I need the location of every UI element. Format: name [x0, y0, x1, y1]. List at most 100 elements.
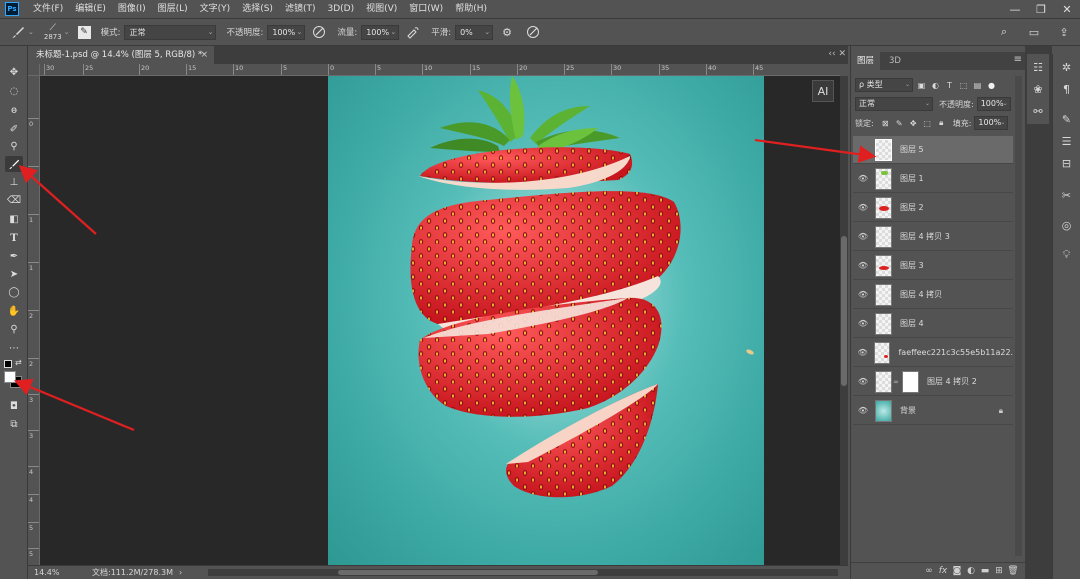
panel-menu-icon[interactable]: ≡: [1014, 54, 1022, 65]
eye-icon[interactable]: 👁︎: [853, 174, 873, 183]
add-mask-icon[interactable]: ◙: [950, 566, 964, 576]
link-layers-icon[interactable]: ∞: [922, 566, 936, 576]
eye-icon[interactable]: 👁︎: [853, 377, 873, 386]
pressure-opacity-icon[interactable]: [311, 24, 327, 40]
new-group-icon[interactable]: ▬: [978, 566, 992, 576]
canvas-workspace[interactable]: AI: [40, 76, 840, 565]
layer-row[interactable]: 👁︎ 图层 4 拷贝 3: [853, 223, 1013, 251]
brush-tool-icon[interactable]: [5, 156, 23, 172]
brushes-icon[interactable]: ✲: [1053, 58, 1080, 76]
gear-icon[interactable]: ⚙: [499, 24, 515, 40]
ruler-origin[interactable]: [28, 64, 40, 76]
vertical-scrollbar[interactable]: [840, 76, 848, 565]
layer-row[interactable]: 👁︎ 图层 3: [853, 252, 1013, 280]
delete-layer-icon[interactable]: 🗑︎: [1006, 566, 1020, 576]
properties-icon[interactable]: ☷: [1027, 58, 1049, 76]
brush-settings-icon[interactable]: ✎: [1053, 110, 1080, 128]
restore-button[interactable]: ❐: [1028, 0, 1054, 19]
menu-filter[interactable]: 滤镜(T): [279, 0, 322, 19]
hand-tool-icon[interactable]: ✋: [5, 303, 23, 319]
paths-icon[interactable]: ⚯: [1027, 102, 1049, 120]
mode-select[interactable]: 正常 ⌄: [124, 24, 217, 40]
tab-3d[interactable]: 3D: [883, 52, 907, 70]
menu-edit[interactable]: 编辑(E): [69, 0, 112, 19]
marquee-tool-icon[interactable]: ◌: [5, 83, 23, 99]
foreground-color-swatch[interactable]: [4, 371, 16, 383]
menu-image[interactable]: 图像(I): [112, 0, 152, 19]
eraser-tool-icon[interactable]: ⌫: [5, 192, 23, 208]
type-tool-icon[interactable]: T: [5, 230, 23, 246]
layer-row[interactable]: 👁︎ 图层 1: [853, 165, 1013, 193]
airbrush-icon[interactable]: [405, 24, 421, 40]
eye-icon[interactable]: 👁︎: [853, 319, 873, 328]
menu-view[interactable]: 视图(V): [360, 0, 403, 19]
lock-transparent-icon[interactable]: ⊠: [880, 118, 891, 129]
filter-type-icon[interactable]: T: [944, 80, 955, 91]
close-tab-icon[interactable]: ×: [200, 46, 208, 64]
more-tools-icon[interactable]: ⋯: [5, 340, 23, 356]
document-canvas[interactable]: [328, 76, 764, 565]
quick-selection-tool-icon[interactable]: ✐: [5, 121, 23, 137]
eye-icon[interactable]: 👁︎: [853, 261, 873, 270]
eye-icon[interactable]: 👁︎: [853, 406, 873, 415]
layer-style-icon[interactable]: fx: [936, 566, 950, 576]
menu-3d[interactable]: 3D(D): [321, 0, 360, 19]
pen-tool-icon[interactable]: ✒: [5, 248, 23, 264]
filter-smart-object-icon[interactable]: ▤: [972, 80, 983, 91]
eye-icon[interactable]: 👁︎: [853, 290, 873, 299]
lock-artboard-icon[interactable]: ⬚: [922, 118, 933, 129]
opacity-input[interactable]: 100% ⌄: [267, 24, 306, 40]
eye-icon[interactable]: 👁︎: [853, 348, 872, 357]
flow-input[interactable]: 100% ⌄: [361, 24, 400, 40]
channels-icon[interactable]: ⊟: [1053, 154, 1080, 172]
close-window-button[interactable]: ✕: [1054, 0, 1080, 19]
zoom-tool-icon[interactable]: ⚲: [5, 321, 23, 337]
sliders-icon[interactable]: ☰: [1053, 132, 1080, 150]
horizontal-scroll-thumb[interactable]: [338, 570, 598, 575]
libraries-icon[interactable]: ◎: [1053, 216, 1080, 234]
tools-options-icon[interactable]: ✂: [1053, 186, 1080, 204]
lock-position-icon[interactable]: ✥: [908, 118, 919, 129]
share-icon[interactable]: ⇪: [1056, 24, 1072, 40]
lock-image-icon[interactable]: ✎: [894, 118, 905, 129]
brush-size-picker[interactable]: ⟋ 2873: [44, 23, 62, 41]
adjustments-icon[interactable]: ❀: [1027, 80, 1049, 98]
smoothing-input[interactable]: 0% ⌄: [455, 24, 494, 40]
screen-mode-icon[interactable]: ⧉: [5, 416, 23, 432]
eye-icon[interactable]: 👁︎: [853, 203, 873, 212]
layer-row[interactable]: 👁︎ 图层 4 拷贝: [853, 281, 1013, 309]
pressure-size-icon[interactable]: [525, 24, 541, 40]
adjustment-layer-icon[interactable]: ◐: [964, 566, 978, 576]
ellipse-tool-icon[interactable]: ◯: [5, 284, 23, 300]
layer-kind-filter[interactable]: ρ 类型 ⌄: [855, 78, 913, 92]
layer-row[interactable]: 👁︎ 图层 4: [853, 310, 1013, 338]
brush-tool-preset-icon[interactable]: [10, 24, 26, 40]
layer-row[interactable]: 👁︎ ∞ 图层 4 拷贝 2: [853, 368, 1013, 396]
path-selection-tool-icon[interactable]: ➤: [5, 266, 23, 282]
default-colors-icon[interactable]: [4, 360, 12, 368]
horizontal-scrollbar[interactable]: [208, 569, 838, 576]
filter-shape-icon[interactable]: ⬚: [958, 80, 969, 91]
lock-all-icon[interactable]: 🔒︎: [936, 118, 947, 129]
brush-settings-panel-icon[interactable]: ✎: [77, 25, 91, 39]
menu-type[interactable]: 文字(Y): [194, 0, 237, 19]
layer-row[interactable]: 图层 5: [853, 136, 1013, 164]
zoom-level[interactable]: 14.4%: [34, 568, 74, 577]
fill-input[interactable]: 100% ⌄: [974, 116, 1009, 130]
menu-file[interactable]: 文件(F): [27, 0, 69, 19]
filter-pixel-icon[interactable]: ▣: [916, 80, 927, 91]
learn-icon[interactable]: 💡︎: [1053, 246, 1080, 264]
paragraph-icon[interactable]: ¶: [1053, 80, 1080, 98]
eye-icon[interactable]: 👁︎: [853, 232, 873, 241]
clone-stamp-tool-icon[interactable]: ⊥: [5, 174, 23, 190]
layer-row[interactable]: 👁︎ 背景 🔒︎: [853, 397, 1013, 425]
ai-badge[interactable]: AI: [812, 80, 834, 102]
vertical-scroll-thumb[interactable]: [841, 236, 847, 386]
menu-layer[interactable]: 图层(L): [152, 0, 194, 19]
quick-mask-icon[interactable]: ◘: [5, 398, 23, 414]
menu-help[interactable]: 帮助(H): [449, 0, 493, 19]
document-tab[interactable]: 未标题-1.psd @ 14.4% (图层 5, RGB/8) * ×: [28, 46, 214, 64]
filter-toggle-icon[interactable]: ●: [986, 80, 997, 91]
swap-colors-icon[interactable]: ⇄: [15, 358, 22, 367]
layers-scrollbar[interactable]: [1015, 76, 1022, 556]
